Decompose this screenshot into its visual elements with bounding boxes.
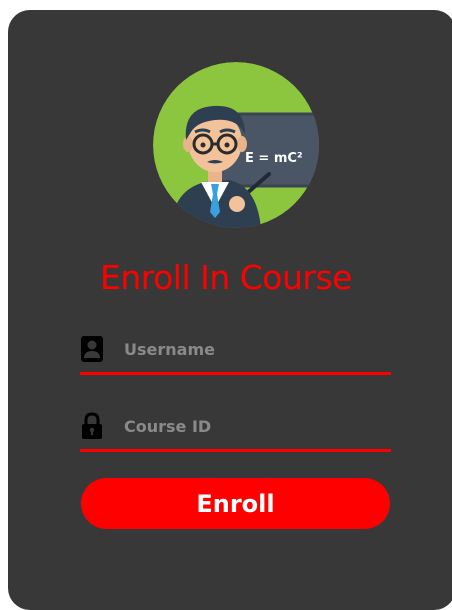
course-id-input[interactable] bbox=[124, 411, 384, 441]
lock-icon bbox=[81, 412, 103, 440]
board-formula: E = mC² bbox=[245, 151, 303, 166]
username-input[interactable] bbox=[124, 334, 384, 364]
enroll-button[interactable]: Enroll bbox=[81, 478, 390, 529]
teacher-avatar-icon: E = mC² bbox=[153, 62, 319, 228]
page-title: Enroll In Course bbox=[100, 258, 352, 297]
course-id-field-wrapper bbox=[80, 405, 391, 452]
username-field-wrapper bbox=[80, 328, 391, 375]
user-icon bbox=[81, 335, 103, 363]
